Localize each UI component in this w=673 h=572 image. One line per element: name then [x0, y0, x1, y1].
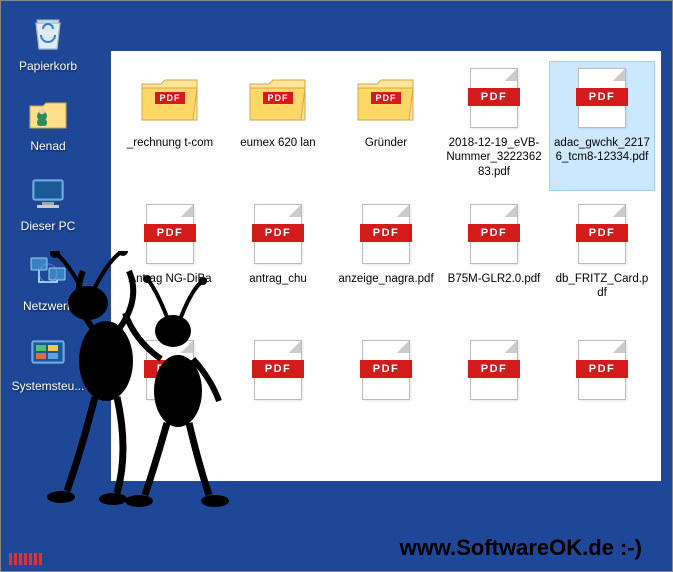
svg-text:PDF: PDF: [160, 93, 181, 103]
pdf-file-item[interactable]: PDF: [333, 333, 439, 463]
file-label: B75M-GLR2.0.pdf: [448, 272, 541, 286]
user-folder-icon: [26, 91, 70, 135]
taskbar-indicator-icon: [9, 553, 43, 565]
file-label: 2018-12-19_eVB-Nummer_322236283.pdf: [445, 136, 543, 179]
file-label: anzeige_nagra.pdf: [338, 272, 433, 286]
pdf-icon: PDF: [462, 338, 526, 402]
folder-icon: PDF: [354, 66, 418, 130]
desktop-icon-column: Papierkorb Nenad Dieser PC: [9, 11, 87, 393]
pdf-file-item[interactable]: PDF: [225, 333, 331, 463]
pdf-file-item[interactable]: PDF db_FRITZ_Card.pdf: [549, 197, 655, 327]
file-label: eumex 620 lan: [240, 136, 315, 150]
pdf-file-item[interactable]: PDF antrag_chu: [225, 197, 331, 327]
pdf-icon: PDF: [354, 338, 418, 402]
network-icon: [26, 251, 70, 295]
svg-text:PDF: PDF: [376, 93, 397, 103]
pdf-file-item[interactable]: PDF: [117, 333, 223, 463]
pdf-file-item[interactable]: PDF anzeige_nagra.pdf: [333, 197, 439, 327]
folder-view[interactable]: PDF _rechnung t-com PDF eumex 620 lan PD…: [111, 51, 661, 481]
svg-text:PDF: PDF: [268, 93, 289, 103]
desktop-icon-this-pc[interactable]: Dieser PC: [9, 171, 87, 233]
file-label: antrag_chu: [249, 272, 307, 286]
desktop-icon-control-panel[interactable]: Systemsteu...: [9, 331, 87, 393]
desktop-icon-user-folder[interactable]: Nenad: [9, 91, 87, 153]
pdf-icon: PDF: [138, 338, 202, 402]
file-label: Antrag NG-DiBa: [128, 272, 211, 286]
desktop-icon-label: Dieser PC: [21, 219, 76, 233]
file-label: db_FRITZ_Card.pdf: [553, 272, 651, 301]
desktop-icon-label: Netzwerk: [23, 299, 73, 313]
pdf-icon: PDF: [570, 202, 634, 266]
folder-icon: PDF: [246, 66, 310, 130]
folder-item[interactable]: PDF eumex 620 lan: [225, 61, 331, 191]
file-label: Gründer: [365, 136, 407, 150]
pdf-file-item[interactable]: PDF adac_gwchk_22176_tcm8-12334.pdf: [549, 61, 655, 191]
file-label: _rechnung t-com: [127, 136, 213, 150]
watermark-text: www.SoftwareOK.de :-): [400, 535, 642, 561]
pdf-icon: PDF: [246, 338, 310, 402]
file-label: adac_gwchk_22176_tcm8-12334.pdf: [553, 136, 651, 165]
folder-item[interactable]: PDF _rechnung t-com: [117, 61, 223, 191]
desktop-icon-network[interactable]: Netzwerk: [9, 251, 87, 313]
pdf-icon: PDF: [462, 202, 526, 266]
folder-item[interactable]: PDF Gründer: [333, 61, 439, 191]
pdf-file-item[interactable]: PDF 2018-12-19_eVB-Nummer_322236283.pdf: [441, 61, 547, 191]
desktop-icon-label: Nenad: [30, 139, 65, 153]
pdf-icon: PDF: [138, 202, 202, 266]
pdf-file-item[interactable]: PDF: [441, 333, 547, 463]
pdf-icon: PDF: [354, 202, 418, 266]
pdf-icon: PDF: [570, 66, 634, 130]
this-pc-icon: [26, 171, 70, 215]
desktop-icon-recycle-bin[interactable]: Papierkorb: [9, 11, 87, 73]
recycle-bin-icon: [26, 11, 70, 55]
pdf-icon: PDF: [462, 66, 526, 130]
desktop-icon-label: Papierkorb: [19, 59, 77, 73]
pdf-icon: PDF: [570, 338, 634, 402]
pdf-file-item[interactable]: PDF: [549, 333, 655, 463]
desktop-icon-label: Systemsteu...: [12, 379, 85, 393]
pdf-file-item[interactable]: PDF B75M-GLR2.0.pdf: [441, 197, 547, 327]
folder-icon: PDF: [138, 66, 202, 130]
control-panel-icon: [26, 331, 70, 375]
pdf-file-item[interactable]: PDF Antrag NG-DiBa: [117, 197, 223, 327]
pdf-icon: PDF: [246, 202, 310, 266]
